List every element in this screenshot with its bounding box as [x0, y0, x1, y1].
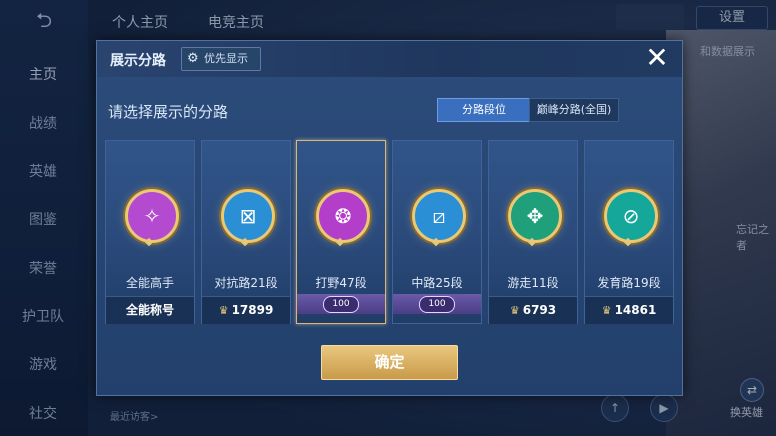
roam-emblem-icon: ✥: [508, 189, 562, 243]
lane-score: 6793: [522, 303, 557, 317]
lane-card-jungle[interactable]: ❂ 打野47段 100: [296, 140, 386, 324]
lane-rank-name: 中路25段: [411, 276, 463, 290]
lane-score: 14861: [614, 303, 657, 317]
dialog-header: 展示分路 ⚙ 优先显示 ✕: [97, 41, 682, 77]
jungle-emblem-icon: ❂: [316, 189, 370, 243]
crown-icon: ♛: [509, 304, 520, 317]
select-lane-prompt: 请选择展示的分路: [108, 103, 229, 121]
confirm-button[interactable]: 确定: [321, 345, 458, 380]
priority-display-label: 优先显示: [204, 52, 248, 65]
mid-lane-emblem-icon: ⧄: [412, 189, 466, 243]
lane-rank-name: 全能高手: [125, 276, 174, 290]
level-bar: 100: [393, 294, 481, 314]
dialog-title: 展示分路: [110, 53, 166, 69]
crown-icon: ♛: [601, 304, 612, 317]
clash-lane-emblem-icon: ⊠: [221, 189, 275, 243]
lane-card-clash[interactable]: ⊠ 对抗路21段 ♛ 17899: [201, 140, 291, 324]
lane-display-dialog: 展示分路 ⚙ 优先显示 ✕ 请选择展示的分路 分路段位 巅峰分路(全国) ✧ 全…: [96, 40, 683, 396]
priority-display-button[interactable]: ⚙ 优先显示: [181, 47, 261, 71]
lane-card-mid[interactable]: ⧄ 中路25段 100: [392, 140, 482, 324]
lane-score-bar: ♛ 14861: [585, 296, 673, 324]
lane-rank-name: 发育路19段: [597, 276, 661, 290]
lane-score-bar: 全能称号: [106, 296, 194, 324]
farm-lane-emblem-icon: ⊘: [604, 189, 658, 243]
level-bar: 100: [297, 294, 385, 314]
level-badge: 100: [419, 296, 455, 313]
lane-score: 17899: [231, 303, 274, 317]
lane-rank-name: 游走11段: [507, 276, 559, 290]
lane-score-bar: ♛ 6793: [489, 296, 577, 324]
all-round-emblem-icon: ✧: [125, 189, 179, 243]
gear-icon: ⚙: [187, 51, 199, 66]
lane-rank-name: 打野47段: [315, 276, 367, 290]
tab-peak-lane[interactable]: 巅峰分路(全国): [529, 98, 619, 122]
lane-card-roam[interactable]: ✥ 游走11段 ♛ 6793: [488, 140, 578, 324]
crown-icon: ♛: [218, 304, 229, 317]
level-badge: 100: [323, 296, 359, 313]
lane-score-bar: ♛ 17899: [202, 296, 290, 324]
lane-score: 全能称号: [125, 303, 174, 317]
lane-rank-name: 对抗路21段: [214, 276, 278, 290]
lane-card-farm[interactable]: ⊘ 发育路19段 ♛ 14861: [584, 140, 674, 324]
tab-lane-rank[interactable]: 分路段位: [437, 98, 531, 122]
close-icon[interactable]: ✕: [642, 43, 672, 73]
lane-card-all-round[interactable]: ✧ 全能高手 全能称号: [105, 140, 195, 324]
